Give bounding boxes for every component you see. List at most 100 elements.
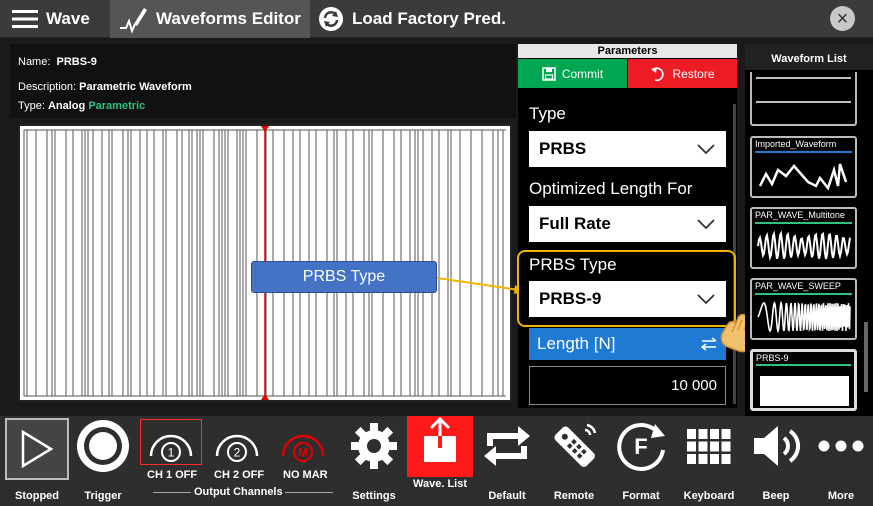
remote-label: Remote [553,490,595,502]
output-channels-rule-left [153,492,191,493]
waveform-list-panel: Waveform List Imported_Waveform PAR_WAVE… [745,44,873,416]
beep-button[interactable]: Beep [743,416,809,506]
remote-button[interactable]: Remote [541,416,607,506]
more-button[interactable]: More [809,416,873,506]
parameters-panel: Parameters Commit Restore Type PRBS Opti… [518,44,737,408]
keypad-icon [676,416,742,476]
stopped-label: Stopped [15,490,59,502]
wave-list-button[interactable]: Wave. List [407,416,473,490]
waveform-thumbnail [758,163,848,191]
marker-icon: M [270,419,336,465]
waveform-item-name: PAR_WAVE_Multitone [755,210,845,220]
settings-label: Settings [352,490,396,502]
opt-length-value: Full Rate [539,214,611,233]
keyboard-button[interactable]: Keyboard [676,416,742,506]
waveform-list-item[interactable]: Imported_Waveform [750,136,857,198]
waveform-thumbnail [757,230,851,262]
waveform-list-item-selected[interactable]: PRBS-9 [750,349,857,411]
trigger-icon [70,416,136,476]
waveform-info-panel: Name: PRBS-9 Description: Parametric Wav… [10,44,516,118]
waveform-thumbnail [757,300,851,334]
waveform-item-name: PAR_WAVE_SWEEP [755,281,841,291]
keyboard-label: Keyboard [683,490,735,502]
ch2-label: CH 2 OFF [214,469,265,481]
wave-menu-button[interactable]: Wave [12,0,90,38]
waveform-list-item[interactable]: PAR_WAVE_Multitone [750,207,857,269]
waveform-list-title: Waveform List [745,44,873,70]
waveform-item-accent [755,151,852,153]
waveform-item-accent [755,222,852,224]
ch2-output-icon: 2 [204,419,270,465]
restore-label: Restore [672,66,715,81]
waveform-list-item[interactable]: PAR_WAVE_SWEEP [750,278,857,340]
repeat-icon [474,416,540,476]
commit-button[interactable]: Commit [518,59,627,88]
type-select-value: PRBS [539,139,587,158]
callout-arrow [437,277,525,294]
beep-label: Beep [762,490,790,502]
hamburger-icon [12,10,38,28]
length-label: Length [N] [537,334,616,353]
prbs-type-callout: PRBS Type [251,261,437,293]
parameters-title: Parameters [518,44,737,58]
wave-list-label: Wave. List [413,478,467,490]
opt-length-select[interactable]: Full Rate [529,206,726,242]
format-letter: F [634,434,647,459]
bottom-toolbar: Stopped Trigger 1 2 M Settings Wave. Lis… [0,416,873,506]
chevron-down-icon [697,144,715,155]
description-label: Description: [18,81,77,93]
remote-icon [541,416,607,476]
waveform-item-name: Imported_Waveform [755,139,837,149]
prbs-type-highlight [517,250,736,327]
wave-label: Wave [46,9,90,28]
ch1-output-icon: 1 [140,419,202,465]
waveform-thumbnail [760,376,849,406]
type-sub: Parametric [88,100,146,112]
pencil-wave-icon [120,8,147,34]
description-row: Description: Parametric Waveform [18,81,192,93]
editor-label: Waveforms Editor [156,9,301,28]
stopped-button[interactable]: Stopped [4,416,70,506]
load-factory-button[interactable]: Load Factory Pred. [318,0,506,38]
trigger-button[interactable]: Trigger [70,416,136,506]
export-icon [407,416,473,464]
output-channels-label: Output Channels [194,486,283,498]
format-icon: F [608,416,674,476]
waveforms-editor-tab[interactable]: Waveforms Editor [110,0,310,38]
ch1-label: CH 1 OFF [147,469,198,481]
waveform-item-accent [755,293,852,295]
more-label: More [827,490,855,502]
name-row: Name: PRBS-9 [18,56,97,68]
type-value: Analog [47,100,86,112]
output-channels-rule-right [285,492,333,493]
waveform-item-accent [756,364,851,366]
name-value: PRBS-9 [56,56,97,68]
waveform-list-scrollbar[interactable] [864,322,868,392]
length-field[interactable]: Length [N] [529,328,726,360]
undo-icon [651,66,665,81]
name-label: Name: [18,56,51,68]
default-button[interactable]: Default [474,416,540,506]
ch2-digit: 2 [234,446,241,460]
format-label: Format [622,490,660,502]
type-field-label: Type [529,104,566,123]
type-label: Type: [18,100,45,112]
load-label: Load Factory Pred. [352,9,506,28]
restore-button[interactable]: Restore [628,59,737,88]
format-button[interactable]: F Format [608,416,674,506]
close-icon[interactable]: × [830,6,855,31]
save-icon [542,66,556,81]
speaker-icon [743,416,809,476]
type-select[interactable]: PRBS [529,131,726,167]
waveform-thumbnail [756,77,851,103]
top-bar: Wave Waveforms Editor Load Factory Pred.… [0,0,873,38]
trigger-label: Trigger [84,490,122,502]
settings-button[interactable]: Settings [341,416,407,506]
length-input[interactable]: 10 000 [529,366,726,405]
type-row: Type: Analog Parametric [18,100,145,112]
more-icon [808,416,873,476]
ch1-digit: 1 [168,446,175,460]
waveform-item-name: PRBS-9 [756,353,789,363]
waveform-list-item[interactable] [750,72,857,126]
gear-icon [341,416,407,476]
